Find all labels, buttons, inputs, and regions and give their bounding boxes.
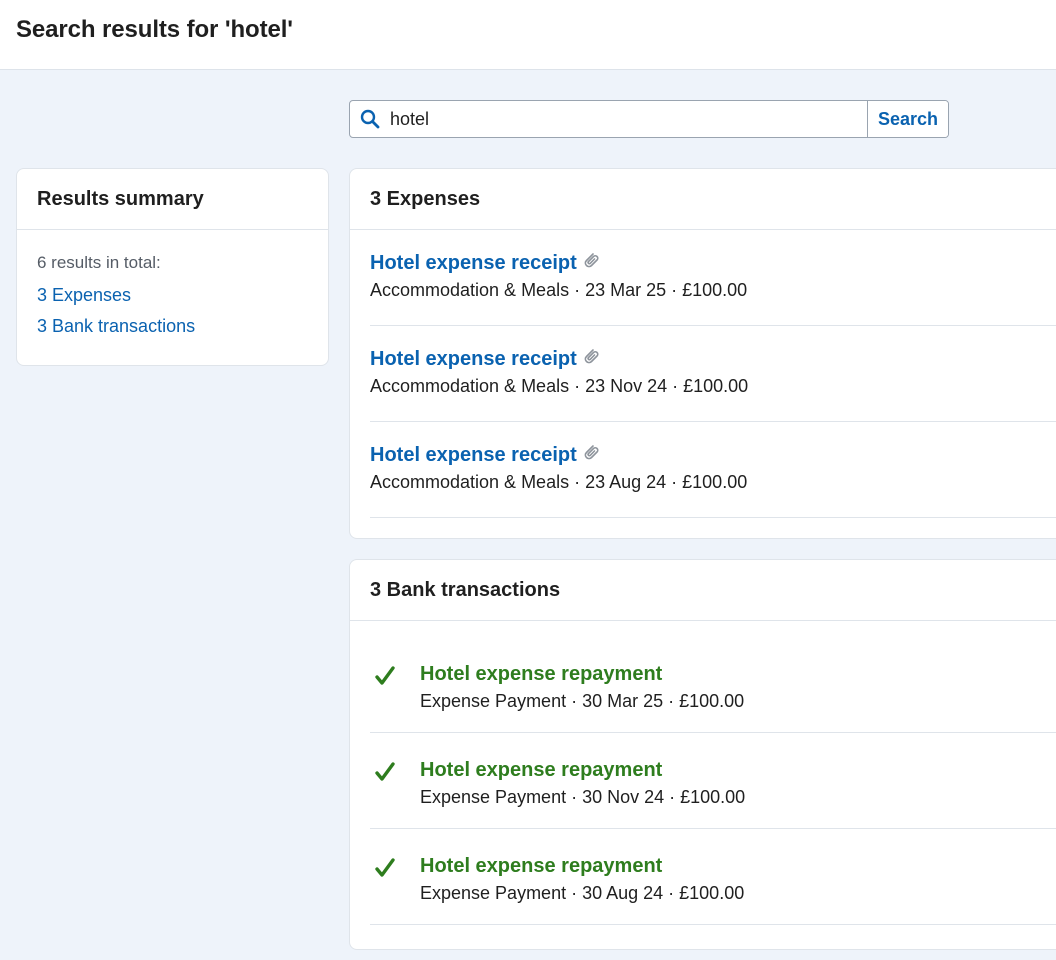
expense-title-link[interactable]: Hotel expense receipt bbox=[370, 252, 577, 274]
bank-transaction-title-link[interactable]: Hotel expense repayment bbox=[420, 663, 662, 685]
expense-result-item: Hotel expense receipt Accommodation & Me… bbox=[370, 422, 1056, 518]
page-header: Search results for 'hotel' bbox=[0, 0, 1056, 70]
search-button[interactable]: Search bbox=[867, 101, 948, 137]
bank-transaction-meta: Expense Payment · 30 Mar 25 · £100.00 bbox=[420, 691, 745, 711]
bank-transaction-title-link[interactable]: Hotel expense repayment bbox=[420, 759, 662, 781]
bank-transaction-title-link[interactable]: Hotel expense repayment bbox=[420, 855, 662, 877]
expense-result-item: Hotel expense receipt Accommodation & Me… bbox=[370, 230, 1056, 326]
summary-link-expenses[interactable]: 3 Expenses bbox=[37, 285, 308, 306]
expense-result-item: Hotel expense receipt Accommodation & Me… bbox=[370, 326, 1056, 422]
expenses-results-card: 3 Expenses Hotel expense receipt Accommo… bbox=[349, 168, 1056, 539]
results-summary-card: Results summary 6 results in total: 3 Ex… bbox=[16, 168, 329, 366]
search-input[interactable] bbox=[390, 101, 867, 137]
bank-transactions-section-title: 3 Bank transactions bbox=[350, 560, 1056, 621]
bank-transaction-meta: Expense Payment · 30 Aug 24 · £100.00 bbox=[420, 883, 745, 903]
page-title: Search results for 'hotel' bbox=[16, 16, 293, 43]
expense-title-link[interactable]: Hotel expense receipt bbox=[370, 348, 577, 370]
expense-meta: Accommodation & Meals · 23 Mar 25 · £100… bbox=[370, 280, 748, 300]
bank-transaction-meta: Expense Payment · 30 Nov 24 · £100.00 bbox=[420, 787, 746, 807]
checkmark-icon bbox=[370, 855, 420, 924]
bank-transaction-item: Hotel expense repayment Expense Payment … bbox=[370, 637, 1056, 733]
expenses-section-title: 3 Expenses bbox=[350, 169, 1056, 230]
results-summary-title: Results summary bbox=[17, 169, 328, 230]
paperclip-icon bbox=[582, 346, 600, 371]
expense-title-link[interactable]: Hotel expense receipt bbox=[370, 444, 577, 466]
paperclip-icon bbox=[582, 250, 600, 275]
bank-transactions-card: 3 Bank transactions Hotel expense repaym… bbox=[349, 559, 1056, 950]
bank-transaction-item: Hotel expense repayment Expense Payment … bbox=[370, 829, 1056, 925]
search-icon bbox=[350, 101, 390, 137]
checkmark-icon bbox=[370, 759, 420, 828]
summary-link-bank-transactions[interactable]: 3 Bank transactions bbox=[37, 316, 308, 337]
checkmark-icon bbox=[370, 663, 420, 732]
search-field[interactable] bbox=[350, 101, 867, 137]
expense-meta: Accommodation & Meals · 23 Aug 24 · £100… bbox=[370, 472, 748, 492]
results-total: 6 results in total: bbox=[37, 253, 161, 272]
expense-meta: Accommodation & Meals · 23 Nov 24 · £100… bbox=[370, 376, 749, 396]
bank-transaction-item: Hotel expense repayment Expense Payment … bbox=[370, 733, 1056, 829]
paperclip-icon bbox=[582, 442, 600, 467]
search-bar: Search bbox=[349, 100, 949, 138]
